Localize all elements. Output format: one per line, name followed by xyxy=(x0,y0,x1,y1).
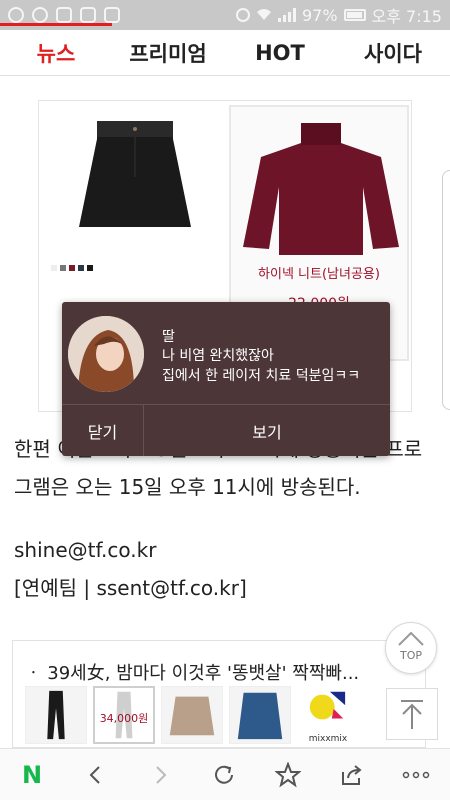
app-notification-icon xyxy=(8,7,24,23)
notification-message-line: 집에서 한 레이저 치료 덕분임ㅋㅋ xyxy=(162,368,361,384)
thumb-price: 34,000원 xyxy=(99,712,149,725)
skirt-image xyxy=(79,121,191,227)
scroll-top-label: TOP xyxy=(399,649,422,662)
edge-panel-handle[interactable] xyxy=(442,170,450,410)
team-email[interactable]: [연예팀 | ssent@tf.co.kr] xyxy=(14,572,247,601)
view-button[interactable]: 보기 xyxy=(144,405,390,456)
message-notification-popup: 딸 나 비염 완치했잖아 집에서 한 레이저 치료 덕분임ㅋㅋ 닫기 보기 xyxy=(62,302,390,456)
brand-logo[interactable]: mixxmix xyxy=(297,686,359,744)
forward-button[interactable] xyxy=(128,749,192,800)
notification-actions: 닫기 보기 xyxy=(62,404,390,456)
naver-logo-icon: N xyxy=(21,760,43,789)
wrench-icon xyxy=(80,7,96,23)
product-thumb-selected[interactable]: 34,000원 xyxy=(93,686,155,744)
scroll-top-button[interactable]: TOP xyxy=(385,622,437,674)
reporter-email[interactable]: shine@tf.co.kr xyxy=(14,538,156,562)
chevron-up-icon xyxy=(398,631,424,646)
signal-icon xyxy=(277,8,296,22)
battery-percent: 97% xyxy=(301,5,338,25)
ad-product-title: 하이넥 니트(남녀공용) xyxy=(258,267,380,282)
chevron-left-icon xyxy=(89,765,100,784)
battery-icon xyxy=(343,9,366,21)
mixxmix-logo-icon xyxy=(308,687,348,723)
wifi-calling-icon xyxy=(32,7,48,23)
related-headline[interactable]: ㆍ 39세女, 밤마다 이것후 '똥뱃살' 짝짝빠... xyxy=(25,659,405,685)
status-bar: 97% 오후 7:15 xyxy=(0,0,450,30)
refresh-icon xyxy=(215,765,233,784)
download-icon xyxy=(104,7,120,23)
star-icon xyxy=(275,761,301,787)
wifi-icon xyxy=(256,6,272,25)
clock: 오후 7:15 xyxy=(371,7,442,26)
back-button[interactable] xyxy=(64,749,128,800)
share-button[interactable] xyxy=(320,749,384,800)
browser-toolbar: N xyxy=(0,748,450,800)
more-button[interactable] xyxy=(384,749,448,800)
page-up-button[interactable] xyxy=(386,688,438,740)
tab-hot[interactable]: HOT xyxy=(224,41,336,65)
more-dots-icon xyxy=(402,771,430,778)
avatar xyxy=(68,316,144,392)
message-icon xyxy=(56,7,72,23)
color-swatches xyxy=(51,265,93,271)
tab-cider[interactable]: 사이다 xyxy=(336,38,450,68)
chevron-right-icon xyxy=(156,765,167,784)
close-button[interactable]: 닫기 xyxy=(62,405,144,456)
product-thumb[interactable] xyxy=(161,686,223,744)
brand-label: mixxmix xyxy=(308,734,348,744)
product-thumb[interactable] xyxy=(25,686,87,744)
notification-sender: 딸 xyxy=(162,329,175,345)
product-thumb[interactable] xyxy=(229,686,291,744)
refresh-button[interactable] xyxy=(192,749,256,800)
tab-news[interactable]: 뉴스 xyxy=(0,22,112,68)
notification-message-line: 나 비염 완치했잖아 xyxy=(162,348,274,364)
related-ad-box: ㆍ 39세女, 밤마다 이것후 '똥뱃살' 짝짝빠... 34,000원 mix… xyxy=(12,640,426,748)
tab-premium[interactable]: 프리미엄 xyxy=(112,38,224,68)
section-tabs: 뉴스 프리미엄 HOT 사이다 xyxy=(0,22,450,76)
sweater-image xyxy=(243,123,399,255)
share-icon xyxy=(342,764,362,785)
naver-home-button[interactable]: N xyxy=(0,749,64,800)
arrow-up-icon xyxy=(401,700,423,729)
bookmark-button[interactable] xyxy=(256,749,320,800)
product-strip: 34,000원 mixxmix xyxy=(25,685,421,745)
alarm-icon xyxy=(235,8,250,22)
